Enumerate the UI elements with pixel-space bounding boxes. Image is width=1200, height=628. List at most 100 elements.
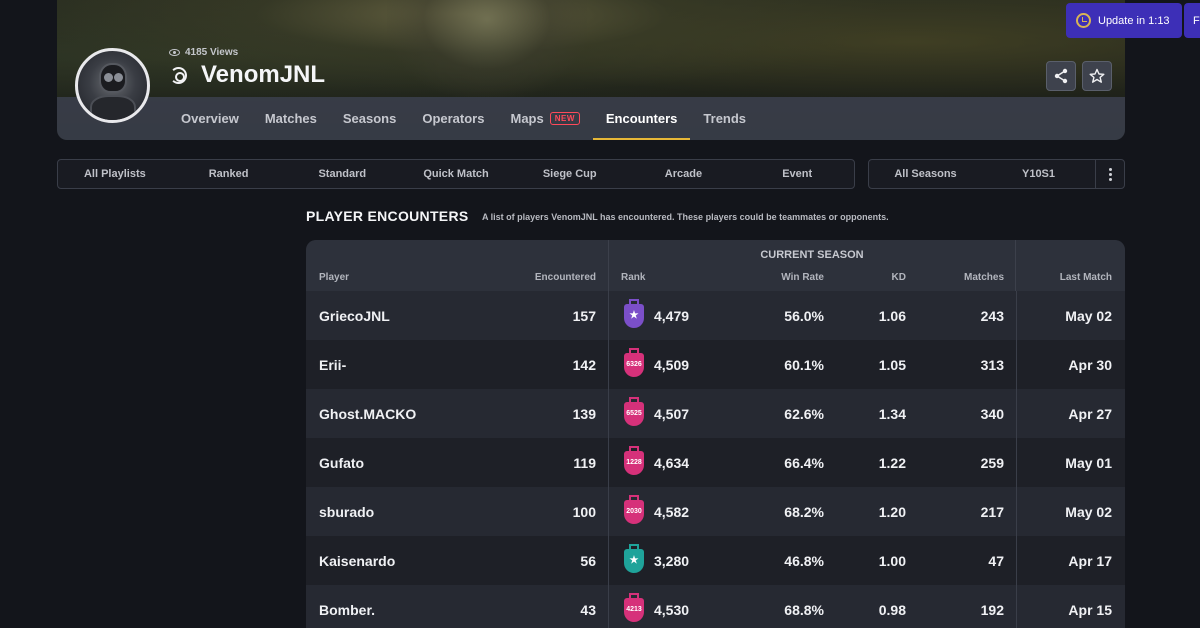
rank-cell: 2030 4,582 — [623, 487, 689, 536]
rank-badge-number: 4213 — [624, 597, 644, 622]
table-row[interactable]: sburado 100 2030 4,582 68.2% 1.20 217 May 02 — [306, 487, 1125, 536]
player-name-cell[interactable]: Erii- — [319, 340, 346, 389]
table-row[interactable]: Kaisenardo 56 ★ 3,280 46.8% 1.00 47 Apr 17 — [306, 536, 1125, 585]
matches-cell: 259 — [980, 454, 1004, 471]
tab-label: Maps — [510, 111, 544, 126]
encountered-cell: 142 — [572, 356, 596, 373]
rank-value: 4,509 — [654, 356, 690, 373]
favorite-button[interactable] — [1082, 61, 1112, 91]
update-button[interactable]: Update in 1:13 — [1066, 3, 1182, 38]
rank-value: 4,507 — [654, 405, 690, 422]
matches-cell: 47 — [988, 552, 1004, 569]
table-header: CURRENT SEASON Player Encountered Rank W… — [306, 240, 1125, 291]
kd-cell: 1.06 — [878, 307, 906, 324]
kd-cell: 1.20 — [878, 503, 906, 520]
filter-siege-cup[interactable]: Siege Cup — [513, 168, 627, 180]
rank-badge-number: 6326 — [624, 352, 644, 377]
matches-cell: 192 — [980, 601, 1004, 618]
last-match-cell: Apr 17 — [1068, 552, 1112, 569]
table-row[interactable]: Gufato 119 1228 4,634 66.4% 1.22 259 May 01 — [306, 438, 1125, 487]
secondary-header-button-label: F — [1193, 14, 1200, 27]
table-row[interactable]: GriecoJNL 157 ★ 4,479 56.0% 1.06 243 May 02 — [306, 291, 1125, 340]
rank-cell: 1228 4,634 — [623, 438, 689, 487]
win-rate-cell: 66.4% — [784, 454, 824, 471]
filter-event[interactable]: Event — [740, 168, 854, 180]
table-body: GriecoJNL 157 ★ 4,479 56.0% 1.06 243 May 02 Erii… — [306, 291, 1125, 628]
matches-cell: 340 — [980, 405, 1004, 422]
tab-overview[interactable]: Overview — [168, 97, 252, 140]
encounters-table: CURRENT SEASON Player Encountered Rank W… — [306, 240, 1125, 628]
tab-matches[interactable]: Matches — [252, 97, 330, 140]
filter-quick-match[interactable]: Quick Match — [399, 168, 513, 180]
ubisoft-icon — [170, 67, 187, 84]
tab-label: Operators — [422, 111, 485, 126]
last-match-cell: May 02 — [1065, 307, 1112, 324]
table-row[interactable]: Erii- 142 6326 4,509 60.1% 1.05 313 Apr 30 — [306, 340, 1125, 389]
win-rate-cell: 60.1% — [784, 356, 824, 373]
season-filter: All Seasons Y10S1 — [868, 159, 1125, 189]
player-name-cell[interactable]: Gufato — [319, 438, 364, 487]
column-header-encountered[interactable]: Encountered — [535, 272, 596, 283]
tab-operators[interactable]: Operators — [409, 97, 497, 140]
win-rate-cell: 62.6% — [784, 405, 824, 422]
tab-trends[interactable]: Trends — [690, 97, 759, 140]
column-header-win-rate[interactable]: Win Rate — [781, 272, 824, 283]
playlist-filter: All Playlists Ranked Standard Quick Matc… — [57, 159, 855, 189]
table-row[interactable]: Ghost.MACKO 139 6525 4,507 62.6% 1.34 340 Apr 2… — [306, 389, 1125, 438]
rank-value: 4,582 — [654, 503, 690, 520]
rank-badge-number: 6525 — [624, 401, 644, 426]
player-name-cell[interactable]: Ghost.MACKO — [319, 389, 416, 438]
column-header-last-match[interactable]: Last Match — [1060, 272, 1112, 283]
last-match-cell: Apr 30 — [1068, 356, 1112, 373]
table-row[interactable]: Bomber. 43 4213 4,530 68.8% 0.98 192 Apr 15 — [306, 585, 1125, 628]
column-header-rank[interactable]: Rank — [621, 272, 645, 283]
section-description: A list of players VenomJNL has encounter… — [482, 212, 889, 222]
filter-arcade[interactable]: Arcade — [627, 168, 741, 180]
tab-label: Overview — [181, 111, 239, 126]
encountered-cell: 56 — [580, 552, 596, 569]
win-rate-cell: 68.8% — [784, 601, 824, 618]
tab-label: Trends — [703, 111, 747, 126]
star-icon — [1089, 68, 1105, 83]
column-header-player[interactable]: Player — [319, 272, 349, 283]
filter-y10s1[interactable]: Y10S1 — [982, 168, 1095, 180]
group-title: CURRENT SEASON — [760, 249, 864, 261]
tab-seasons[interactable]: Seasons — [330, 97, 409, 140]
view-count-text: 4185 Views — [185, 47, 239, 58]
matches-cell: 243 — [980, 307, 1004, 324]
column-header-kd[interactable]: KD — [892, 272, 906, 283]
share-button[interactable] — [1046, 61, 1076, 91]
encountered-cell: 43 — [580, 601, 596, 618]
more-options-icon — [1108, 167, 1112, 171]
tab-encounters[interactable]: Encounters — [592, 97, 691, 140]
kd-cell: 0.98 — [878, 601, 906, 618]
tab-maps[interactable]: Maps NEW — [497, 97, 592, 140]
encountered-cell: 139 — [572, 405, 596, 422]
rank-value: 4,634 — [654, 454, 690, 471]
banner-artwork — [387, 0, 587, 98]
player-name-cell[interactable]: sburado — [319, 487, 374, 536]
rank-cell: ★ 3,280 — [623, 536, 689, 585]
rank-badge-icon: ★ — [623, 298, 645, 330]
filter-all-seasons[interactable]: All Seasons — [869, 168, 982, 180]
rank-badge-icon: ★ — [623, 543, 645, 575]
player-name-cell[interactable]: Kaisenardo — [319, 536, 395, 585]
win-rate-cell: 68.2% — [784, 503, 824, 520]
kd-cell: 1.34 — [878, 405, 906, 422]
secondary-header-button[interactable]: F — [1184, 3, 1200, 38]
column-header-matches[interactable]: Matches — [964, 272, 1004, 283]
filter-all-playlists[interactable]: All Playlists — [58, 168, 172, 180]
avatar[interactable] — [75, 48, 150, 123]
more-options-button[interactable] — [1095, 159, 1124, 189]
rank-value: 3,280 — [654, 552, 690, 569]
kd-cell: 1.05 — [878, 356, 906, 373]
tab-label: Encounters — [605, 111, 678, 126]
player-name-cell[interactable]: GriecoJNL — [319, 291, 390, 340]
filter-ranked[interactable]: Ranked — [172, 168, 286, 180]
filter-standard[interactable]: Standard — [285, 168, 399, 180]
new-badge: NEW — [549, 112, 580, 125]
timer-icon — [1076, 13, 1091, 28]
last-match-cell: May 01 — [1065, 454, 1112, 471]
player-name-cell[interactable]: Bomber. — [319, 585, 375, 628]
rank-value: 4,479 — [654, 307, 690, 324]
